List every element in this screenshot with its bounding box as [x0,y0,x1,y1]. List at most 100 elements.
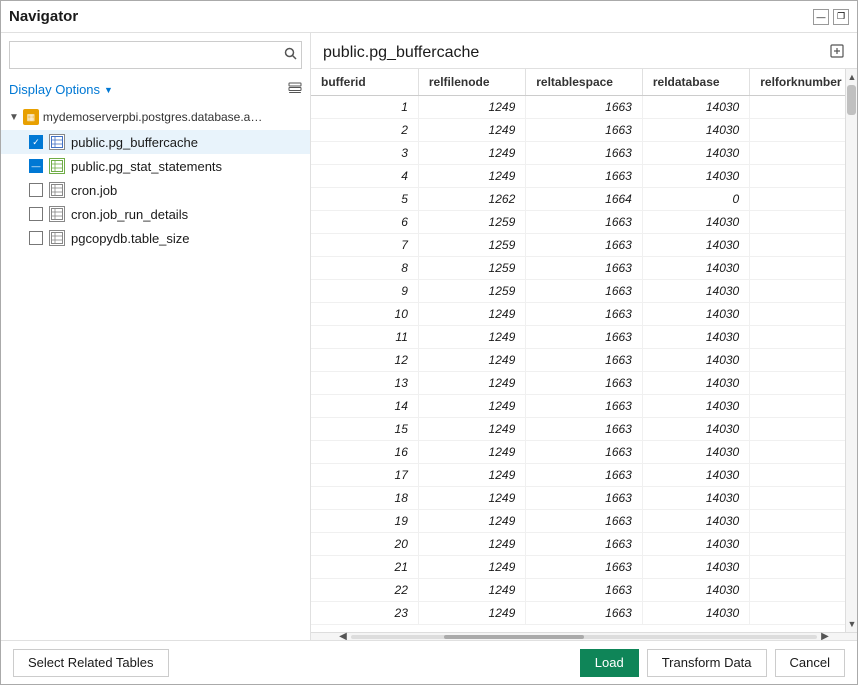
table-cell: 14030 [642,579,749,602]
checkbox-pg-buffercache[interactable]: ✓ [29,135,43,149]
table-cell [750,464,845,487]
window-title: Navigator [9,8,78,25]
table-icon-pgcopydb [49,230,65,246]
table-cell: 1249 [418,142,525,165]
col-reldatabase: reldatabase [642,69,749,96]
table-cell: 14030 [642,165,749,188]
table-cell: 14 [311,395,418,418]
table-cell: 1249 [418,579,525,602]
data-table-container[interactable]: bufferid relfilenode reltablespace relda… [311,68,857,632]
table-cell: 1249 [418,349,525,372]
transform-data-button[interactable]: Transform Data [647,649,767,677]
table-cell: 14030 [642,487,749,510]
label-cron-job-run: cron.job_run_details [71,207,188,222]
table-row: 231249166314030 [311,602,845,625]
table-cell: 1259 [418,257,525,280]
restore-button[interactable]: ❐ [833,9,849,25]
table-cell: 0 [642,188,749,211]
preview-header: public.pg_buffercache [311,33,857,68]
table-cell: 17 [311,464,418,487]
scroll-up-button[interactable]: ▲ [846,69,857,85]
preview-export-icon[interactable] [829,43,845,62]
col-relfilenode: relfilenode [418,69,525,96]
table-cell: 16 [311,441,418,464]
search-input[interactable] [9,41,302,69]
table-cell: 1262 [418,188,525,211]
table-cell: 9 [311,280,418,303]
table-cell: 21 [311,556,418,579]
load-button[interactable]: Load [580,649,639,677]
left-panel: Display Options ▼ ▼ ▦ mydemoserverpbi.po… [1,33,311,640]
table-cell: 4 [311,165,418,188]
table-row: 171249166314030 [311,464,845,487]
nav-icon-button[interactable] [288,81,302,98]
table-cell: 1664 [526,188,643,211]
scroll-down-button[interactable]: ▼ [846,616,857,632]
table-cell: 1249 [418,303,525,326]
scroll-thumb[interactable] [847,85,856,115]
table-row: 71259166314030 [311,234,845,257]
label-pgcopydb: pgcopydb.table_size [71,231,190,246]
table-cell: 14030 [642,280,749,303]
table-cell: 11 [311,326,418,349]
h-scroll-track [351,635,817,639]
table-row: 201249166314030 [311,533,845,556]
scroll-left-button[interactable]: ◀ [335,631,351,640]
display-options-button[interactable]: Display Options ▼ [9,82,113,97]
tree-item-cron-job-run[interactable]: cron.job_run_details [1,202,310,226]
horizontal-scrollbar[interactable]: ◀ ▶ [311,632,857,640]
checkbox-pg-stat-statements[interactable]: — [29,159,43,173]
table-cell: 22 [311,579,418,602]
table-cell [750,441,845,464]
table-cell: 14030 [642,303,749,326]
table-cell: 1663 [526,280,643,303]
table-row: 5126216640 [311,188,845,211]
checkbox-cron-job-run[interactable] [29,207,43,221]
tree-item-pg-stat-statements[interactable]: — public.pg_stat_statements [1,154,310,178]
table-cell: 1259 [418,234,525,257]
tree-item-cron-job[interactable]: cron.job [1,178,310,202]
table-cell: 14030 [642,142,749,165]
table-cell: 14030 [642,533,749,556]
table-row: 131249166314030 [311,372,845,395]
table-row: 211249166314030 [311,556,845,579]
checkbox-pgcopydb[interactable] [29,231,43,245]
cancel-button[interactable]: Cancel [775,649,845,677]
table-row: 91259166314030 [311,280,845,303]
table-cell: 1663 [526,556,643,579]
table-icon-pg-buffercache [49,134,65,150]
table-cell: 1663 [526,602,643,625]
table-cell: 1259 [418,280,525,303]
table-cell [750,418,845,441]
checkbox-cron-job[interactable] [29,183,43,197]
scroll-right-button[interactable]: ▶ [817,631,833,640]
table-row: 161249166314030 [311,441,845,464]
table-cell [750,142,845,165]
vertical-scrollbar[interactable]: ▲ ▼ [845,69,857,632]
table-cell: 1663 [526,234,643,257]
table-cell: 1663 [526,510,643,533]
col-bufferid: bufferid [311,69,418,96]
tree-item-pgcopydb[interactable]: pgcopydb.table_size [1,226,310,250]
table-cell: 14030 [642,119,749,142]
table-cell: 14030 [642,556,749,579]
minimize-button[interactable]: — [813,9,829,25]
table-cell: 1249 [418,418,525,441]
table-cell: 1249 [418,395,525,418]
table-row: 221249166314030 [311,579,845,602]
table-cell: 1663 [526,303,643,326]
table-cell: 14030 [642,372,749,395]
table-cell: 1663 [526,96,643,119]
table-cell: 1663 [526,119,643,142]
table-cell: 1249 [418,165,525,188]
table-cell [750,326,845,349]
table-cell: 3 [311,142,418,165]
select-related-tables-button[interactable]: Select Related Tables [13,649,169,677]
table-cell: 14030 [642,326,749,349]
table-row: 181249166314030 [311,487,845,510]
table-cell: 14030 [642,349,749,372]
tree-item-pg-buffercache[interactable]: ✓ public.pg_buffercache [1,130,310,154]
tree-server[interactable]: ▼ ▦ mydemoserverpbi.postgres.database.az… [1,104,310,130]
table-row: 21249166314030 [311,119,845,142]
table-cell: 1663 [526,579,643,602]
